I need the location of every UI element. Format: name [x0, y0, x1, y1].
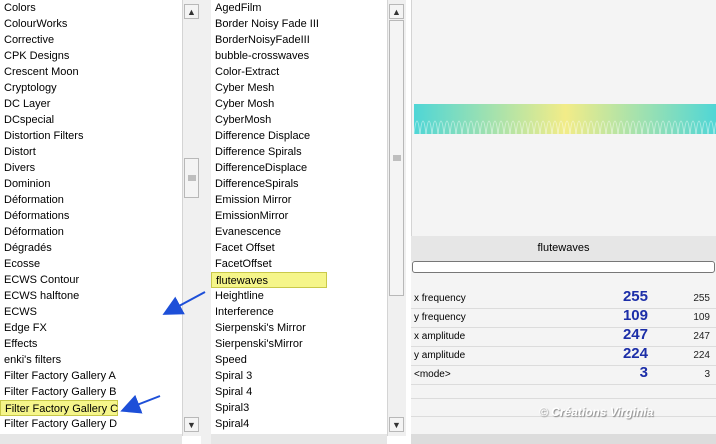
arrow-to-flutewaves — [162, 291, 206, 315]
annotation-layer — [120, 291, 206, 414]
arrow-to-gallery-c — [120, 394, 161, 414]
